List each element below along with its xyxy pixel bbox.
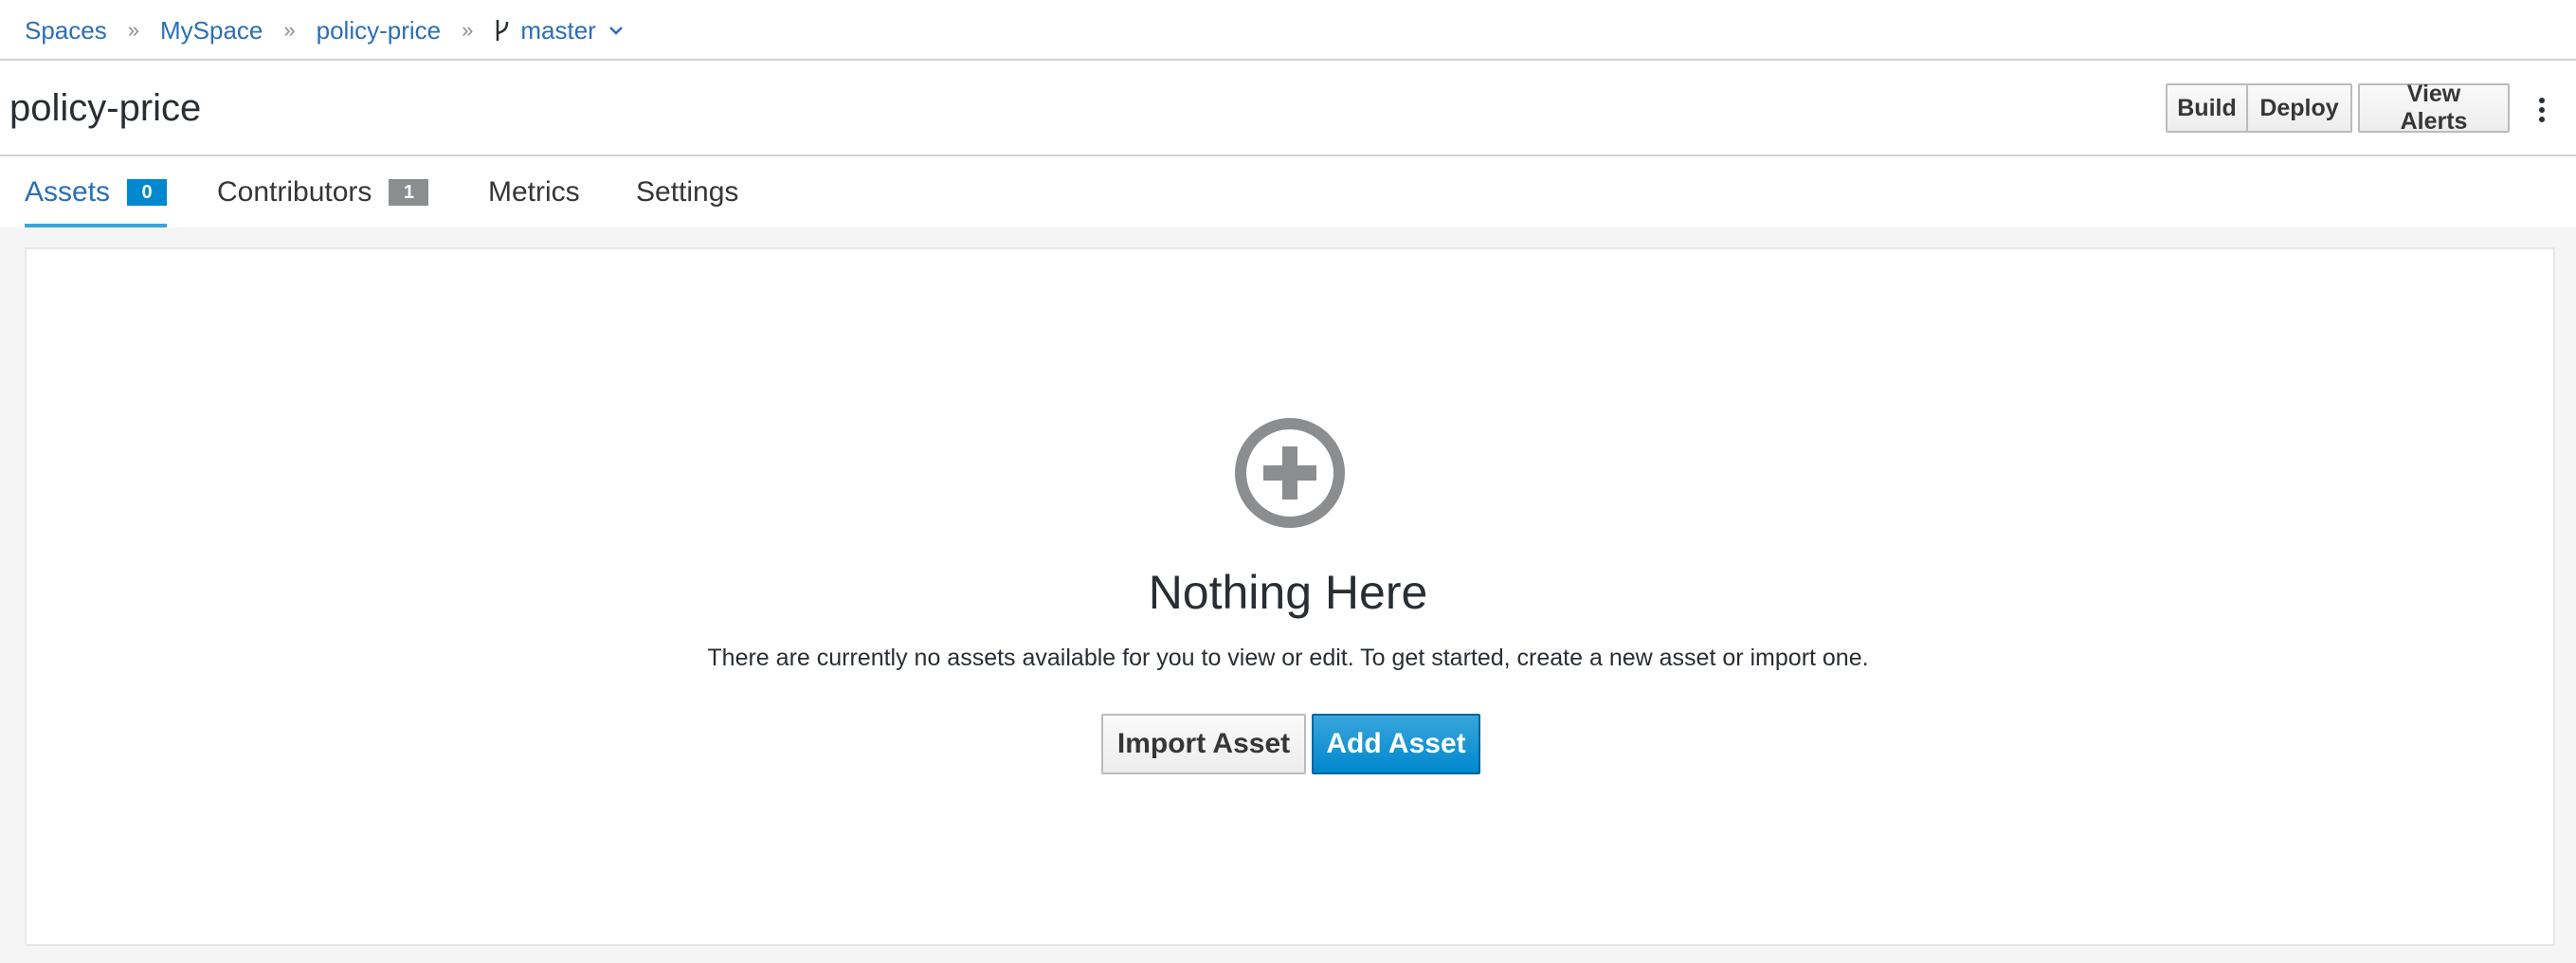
alerts-group: View Alerts [2358,81,2510,135]
deploy-button[interactable]: Deploy [2248,83,2352,133]
breadcrumb-myspace[interactable]: MySpace [160,16,263,45]
assets-count-badge: 0 [127,178,168,206]
add-asset-button[interactable]: Add Asset [1312,714,1480,774]
build-deploy-group: Build Deploy [2166,83,2352,133]
breadcrumb-spaces[interactable]: Spaces [25,16,107,45]
tab-contributors[interactable]: Contributors 1 [217,156,429,227]
empty-state-title: Nothing Here [1148,566,1428,619]
chevron-down-icon [608,27,623,35]
empty-state-text: There are currently no assets available … [707,645,1869,671]
contributors-count-badge: 1 [389,178,429,206]
breadcrumb-separator: » [283,18,296,42]
kebab-menu-icon[interactable] [2525,91,2559,129]
branch-icon [497,20,509,41]
view-alerts-button[interactable]: View Alerts [2358,81,2510,135]
tab-metrics[interactable]: Metrics [488,156,580,227]
tab-assets-label: Assets [25,175,111,208]
tab-settings[interactable]: Settings [636,156,738,227]
build-button[interactable]: Build [2166,83,2248,133]
title-bar: policy-price Build Deploy View Alerts [0,61,2576,156]
breadcrumb-separator: » [462,18,474,42]
breadcrumb-separator: » [127,18,139,42]
branch-label: master [520,15,596,45]
tab-metrics-label: Metrics [488,175,580,208]
breadcrumb-project[interactable]: policy-price [317,16,442,45]
tabs-bar: Assets 0 Contributors 1 Metrics Settings [0,156,2576,227]
import-asset-button[interactable]: Import Asset [1101,714,1306,774]
add-circle-icon [1235,418,1345,528]
tab-assets[interactable]: Assets 0 [25,156,168,227]
branch-selector[interactable]: master [494,16,624,45]
breadcrumb: Spaces » MySpace » policy-price » master [25,13,625,47]
breadcrumb-bar: Spaces » MySpace » policy-price » master [0,0,2576,61]
tab-contributors-label: Contributors [217,175,372,208]
page-title: policy-price [9,87,202,129]
tab-settings-label: Settings [636,175,739,208]
